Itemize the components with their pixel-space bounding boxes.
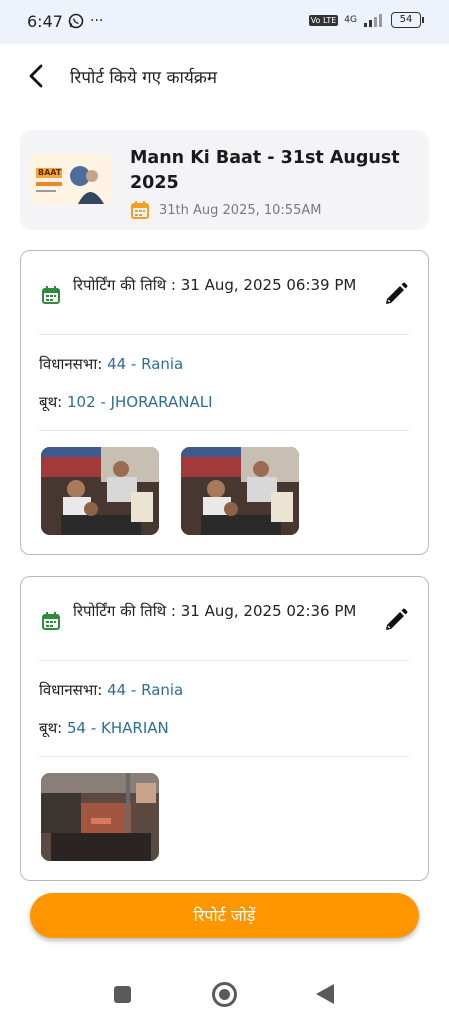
reporting-date: रिपोर्टिंग की तिथि : 31 Aug, 2025 06:39 … — [73, 276, 357, 294]
vidhansabha-label: विधानसभा: — [39, 681, 108, 699]
report-photo[interactable] — [41, 773, 159, 861]
vidhansabha-row: विधानसभा: 44 - Rania — [39, 354, 183, 374]
vidhansabha-row: विधानसभा: 44 - Rania — [39, 680, 183, 700]
status-time: 6:47 — [27, 12, 63, 31]
booth-row: बूथ: 102 - JHORARANALI — [39, 392, 213, 412]
reporting-date: रिपोर्टिंग की तिथि : 31 Aug, 2025 02:36 … — [73, 602, 357, 620]
report-card: रिपोर्टिंग की तिथि : 31 Aug, 2025 06:39 … — [20, 250, 429, 555]
add-report-button[interactable]: रिपोर्ट जोड़ें — [30, 893, 419, 938]
event-thumbnail: BAAT — [30, 154, 112, 204]
calendar-icon — [42, 286, 60, 304]
nav-back-icon[interactable] — [316, 984, 334, 1004]
page-title: रिपोर्ट किये गए कार्यक्रम — [70, 68, 218, 88]
booth-label: बूथ: — [39, 719, 67, 737]
booth-value: 54 - KHARIAN — [66, 719, 169, 737]
event-summary-card: BAAT Mann Ki Baat - 31st August 2025 31t… — [20, 130, 429, 230]
status-bar: 6:47 ··· Vo LTE 4G 54 — [0, 0, 449, 44]
event-datetime: 31th Aug 2025, 10:55AM — [159, 203, 322, 218]
thumbnail-logo-text: BAAT — [38, 168, 62, 177]
calendar-icon — [131, 201, 149, 219]
app-header: रिपोर्ट किये गए कार्यक्रम — [0, 52, 449, 102]
home-icon[interactable] — [212, 982, 237, 1007]
volte-icon: Vo LTE — [308, 14, 339, 26]
booth-row: बूथ: 54 - KHARIAN — [39, 718, 169, 738]
divider — [39, 334, 409, 335]
report-photo[interactable] — [41, 447, 159, 535]
vidhansabha-value: 44 - Rania — [107, 355, 184, 373]
divider — [39, 660, 409, 661]
divider — [39, 756, 409, 757]
whatsapp-icon — [68, 13, 84, 29]
vidhansabha-value: 44 - Rania — [107, 681, 184, 699]
recent-apps-icon[interactable] — [114, 986, 131, 1003]
back-arrow-icon[interactable] — [24, 62, 48, 90]
network-type-label: 4G — [344, 15, 357, 25]
edit-pencil-icon[interactable] — [383, 607, 409, 633]
system-navigation-bar — [0, 965, 449, 1024]
battery-icon: 54 — [391, 12, 424, 28]
divider — [39, 430, 409, 431]
booth-value: 102 - JHORARANALI — [66, 393, 213, 411]
signal-icon — [364, 14, 382, 27]
booth-label: बूथ: — [39, 393, 67, 411]
calendar-icon — [42, 612, 60, 630]
event-title: Mann Ki Baat - 31st August 2025 — [130, 148, 400, 193]
vidhansabha-label: विधानसभा: — [39, 355, 108, 373]
more-notifications-icon: ··· — [90, 13, 104, 29]
edit-pencil-icon[interactable] — [383, 281, 409, 307]
report-photo[interactable] — [181, 447, 299, 535]
report-card: रिपोर्टिंग की तिथि : 31 Aug, 2025 02:36 … — [20, 576, 429, 881]
